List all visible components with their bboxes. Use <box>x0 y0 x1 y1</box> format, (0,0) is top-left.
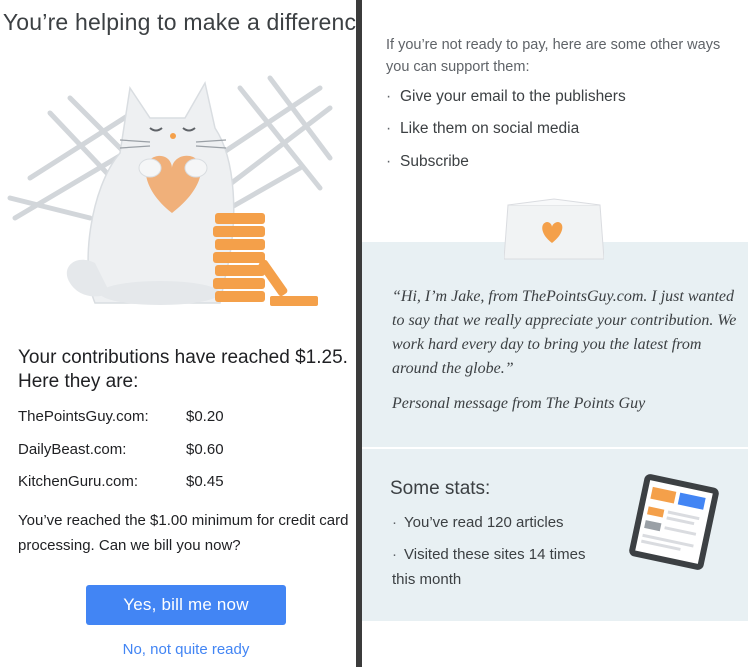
support-intro: If you’re not ready to pay, here are som… <box>386 37 721 75</box>
contribution-site: ThePointsGuy.com: <box>18 408 149 425</box>
support-option: · Like them on social media <box>386 120 579 138</box>
stat-label: You’ve read 120 articles <box>404 514 564 531</box>
bill-me-now-button[interactable]: Yes, bill me now <box>86 585 286 625</box>
cat-figure <box>66 80 235 305</box>
card-heart-icon <box>504 198 604 260</box>
support-option: · Give your email to the publishers <box>386 88 626 106</box>
contributions-summary: Your contributions have reached $1.25. H… <box>18 347 348 392</box>
bullet: · <box>392 514 397 531</box>
stat-label: Visited these sites 14 times this month <box>392 546 586 588</box>
contribution-amount: $0.60 <box>186 441 224 458</box>
coins-illustration <box>213 213 318 306</box>
support-option-label: Like them on social media <box>400 120 580 137</box>
cat-illustration <box>7 75 333 306</box>
left-panel: You’re helping to make a difference Your… <box>0 0 369 667</box>
support-option-label: Subscribe <box>400 153 469 170</box>
stat-item: · Visited these sites 14 times this month <box>392 542 592 592</box>
support-option: · Subscribe <box>386 153 469 171</box>
page-title: You’re helping to make a difference <box>2 9 370 35</box>
bullet: · <box>386 120 392 137</box>
publisher-quote: “Hi, I’m Jake, from ThePointsGuy.com. I … <box>392 288 737 377</box>
right-panel: If you’re not ready to pay, here are som… <box>362 0 748 667</box>
bullet: · <box>392 546 397 563</box>
contribution-site: KitchenGuru.com: <box>18 473 139 490</box>
tablet-illustration <box>629 474 719 570</box>
contribution-amount: $0.45 <box>186 473 224 490</box>
stats-title: Some stats: <box>390 478 491 499</box>
stat-item: · You’ve read 120 articles <box>392 510 592 535</box>
bullet: · <box>386 88 392 105</box>
support-option-label: Give your email to the publishers <box>400 88 626 105</box>
not-ready-link[interactable]: No, not quite ready <box>0 641 372 658</box>
contribution-amount: $0.20 <box>186 408 224 425</box>
contribution-site: DailyBeast.com: <box>18 441 127 458</box>
minimum-message: You’ve reached the $1.00 minimum for cre… <box>18 512 349 554</box>
bullet: · <box>386 153 392 170</box>
quote-signature: Personal message from The Points Guy <box>392 395 646 412</box>
